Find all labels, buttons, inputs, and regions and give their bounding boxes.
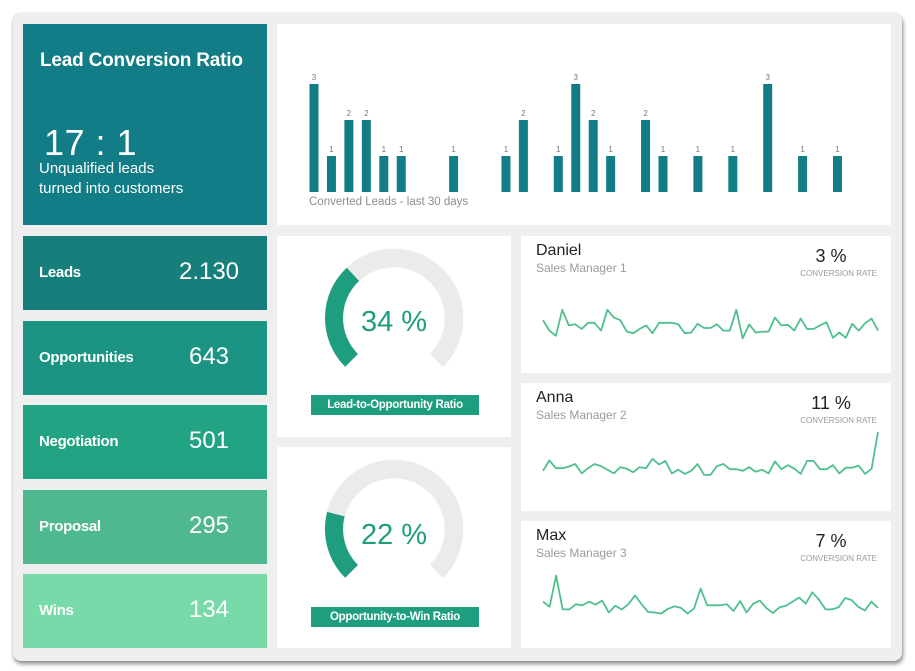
bar [693,156,703,192]
funnel-card-negotiation[interactable]: Negotiation 501 [23,405,267,479]
lead-conversion-ratio-card: Lead Conversion Ratio 17 : 1 Unqualified… [23,24,267,225]
bar [798,156,808,192]
funnel-value: 2.130 [178,258,240,285]
bar-data-label: 1 [556,145,561,154]
bar-data-label: 1 [399,145,404,154]
ratio-description-line2: turned into customers [39,180,184,197]
bar-data-label: 1 [800,145,805,154]
bar [763,84,773,192]
bar-data-label: 1 [504,145,509,154]
bar [553,156,563,192]
bar-chart-svg: 3 1 2 2 1 1 1 1 2 1 3 2 1 2 1 1 1 3 1 1 [309,73,842,192]
sparkline-series [542,308,879,340]
manager-card-anna[interactable]: Anna Sales Manager 2 11 % CONVERSION RAT… [521,383,891,511]
bar [571,84,581,192]
bar [728,156,738,192]
bar [833,156,842,192]
gauge-value: 34 % [360,306,428,338]
funnel-card-opportunities[interactable]: Opportunities 643 [23,321,267,395]
bar [344,120,354,192]
bar-data-label: 3 [574,73,579,82]
funnel-value: 501 [188,427,230,454]
bar-data-label: 3 [312,73,317,82]
ratio-description-line1: Unqualified leads [39,160,155,177]
trend-sparkline [542,431,879,476]
manager-card-daniel[interactable]: Daniel Sales Manager 1 3 % CONVERSION RA… [521,236,891,373]
bar [641,120,651,192]
bar-data-label: 2 [347,109,352,118]
gauge-value: 22 % [360,519,428,551]
ratio-description: Unqualified leads turned into customers [39,159,183,199]
bar-data-label: 1 [696,145,701,154]
funnel-value: 643 [188,343,230,370]
bar [361,120,371,192]
sparkline-series [542,574,879,615]
chart-caption: Converted Leads - last 30 days [309,196,469,208]
funnel-card-wins[interactable]: Wins 134 [23,574,267,648]
funnel-label: Leads [39,264,81,281]
bar [309,84,319,192]
opportunity-to-win-gauge-panel: 22 % Opportunity-to-Win Ratio [277,447,511,648]
bar-data-label: 2 [521,109,526,118]
trend-sparkline [542,574,879,615]
lead-to-opportunity-gauge-panel: 34 % Lead-to-Opportunity Ratio [277,236,511,437]
bar-data-label: 1 [661,145,666,154]
bar [326,156,336,192]
bar-data-label: 2 [643,109,648,118]
funnel-card-proposal[interactable]: Proposal 295 [23,490,267,564]
funnel-label: Proposal [39,518,101,535]
gauge-label: Lead-to-Opportunity Ratio [311,395,479,415]
bar [379,156,389,192]
funnel-label: Negotiation [39,433,119,450]
funnel-label: Wins [39,602,74,619]
funnel-value: 134 [188,596,230,623]
ratio-value: 17 : 1 [44,122,138,163]
bar-data-label: 1 [451,145,456,154]
ratio-title: Lead Conversion Ratio [40,50,243,71]
bar-data-label: 3 [765,73,770,82]
manager-card-max[interactable]: Max Sales Manager 3 7 % CONVERSION RATE [521,521,891,648]
gauge-label: Opportunity-to-Win Ratio [311,607,479,627]
sparkline-series [542,431,879,476]
bar-data-label: 1 [382,145,387,154]
bar [396,156,406,192]
bar [449,156,459,192]
bar-data-label: 1 [608,145,613,154]
bar [606,156,616,192]
bar-data-label: 2 [591,109,596,118]
funnel-label: Opportunities [39,349,134,366]
bar-data-label: 2 [364,109,369,118]
trend-sparkline [542,308,879,340]
bar [588,120,598,192]
bar [658,156,668,192]
bar-data-label: 1 [835,145,840,154]
bar [501,156,511,192]
bar [518,120,528,192]
funnel-card-leads[interactable]: Leads 2.130 [23,236,267,310]
bar-data-label: 1 [329,145,334,154]
bar-data-label: 1 [731,145,736,154]
funnel-value: 295 [188,512,230,539]
converted-leads-chart: 3 1 2 2 1 1 1 1 2 1 3 2 1 2 1 1 1 3 1 1 Converted Leads - l… [277,24,891,225]
